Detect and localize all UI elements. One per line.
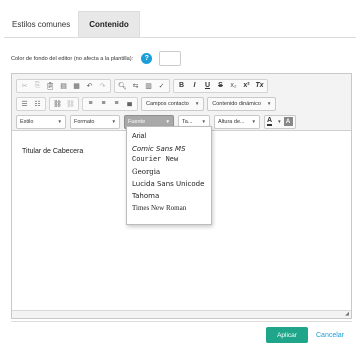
style-select[interactable]: Estilo ▼ — [16, 114, 66, 129]
size-select-value: Ta... — [182, 118, 193, 125]
font-option-comic-sans-ms[interactable]: Comic Sans MS — [127, 143, 211, 155]
redo-icon[interactable]: ↷ — [96, 80, 109, 92]
chevron-down-icon: ▼ — [251, 119, 256, 124]
align-justify-icon[interactable]: ≣ — [123, 98, 136, 110]
align-center-icon[interactable]: ≡ — [97, 98, 110, 110]
text-color-icon: A — [267, 117, 273, 126]
align-group: ≡ ≡ ≡ ≣ — [82, 96, 138, 111]
tab-bar: Estilos comunes Contenido — [4, 11, 356, 38]
align-right-icon[interactable]: ≡ — [110, 98, 123, 110]
editor-toolbar: ✂ ⎘ 📋︎ ▤ ▦ ↶ ↷ 🔍︎ ⇆ ▥ ✓ B I U S x₂ x² Tx… — [12, 74, 351, 131]
format-select[interactable]: Formato ▼ — [70, 114, 120, 129]
tab-contenido[interactable]: Contenido — [78, 11, 140, 37]
background-color-input[interactable] — [159, 51, 182, 66]
editing-group: 🔍︎ ⇆ ▥ ✓ — [114, 78, 170, 93]
find-icon[interactable]: 🔍︎ — [116, 80, 129, 92]
contenido-dinamico-button[interactable]: Contenido dinámico ▼ — [207, 96, 277, 111]
help-icon[interactable]: ? — [141, 53, 153, 64]
spellcheck-icon[interactable]: ✓ — [155, 80, 168, 92]
format-select-value: Formato — [74, 118, 95, 125]
style-select-value: Estilo — [20, 118, 34, 125]
chevron-down-icon: ▼ — [165, 119, 170, 124]
subscript-button[interactable]: x₂ — [227, 80, 240, 92]
underline-button[interactable]: U — [201, 80, 214, 92]
paste-word-icon[interactable]: ▦ — [70, 80, 83, 92]
font-option-lucida-sans-unicode[interactable]: Lucida Sans Unicode — [127, 178, 211, 190]
apply-button[interactable]: Aplicar — [266, 327, 308, 343]
font-option-tahoma[interactable]: Tahoma — [127, 190, 211, 202]
resize-handle-icon[interactable]: ◢ — [345, 311, 349, 317]
bulleted-list-icon[interactable]: ☷ — [31, 98, 44, 110]
chevron-down-icon: ▼ — [194, 101, 200, 106]
italic-button[interactable]: I — [188, 80, 201, 92]
align-left-icon[interactable]: ≡ — [84, 98, 97, 110]
footer-divider — [11, 321, 352, 322]
chevron-down-icon: ▼ — [266, 101, 272, 106]
numbered-list-icon[interactable]: ☰ — [18, 98, 31, 110]
font-option-courier-new[interactable]: Courier New — [127, 155, 211, 167]
bold-button[interactable]: B — [175, 80, 188, 92]
link-group: ⛓ ⛓ — [49, 96, 79, 111]
text-color-button[interactable]: A ▼ A — [264, 114, 296, 129]
background-color-setting: Color de fondo del editor (no afecta a l… — [11, 51, 182, 66]
line-height-select-value: Altura de... — [218, 118, 245, 125]
superscript-button[interactable]: x² — [240, 80, 253, 92]
remove-format-button[interactable]: Tx — [253, 80, 266, 92]
font-select-value: Fuente — [128, 118, 146, 125]
tab-estilos-comunes[interactable]: Estilos comunes — [4, 11, 78, 37]
toolbar-row-2: ☰ ☷ ⛓ ⛓ ≡ ≡ ≡ ≣ Campos contacto ▼ Conten… — [16, 95, 347, 112]
clipboard-group: ✂ ⎘ 📋︎ ▤ ▦ ↶ ↷ — [16, 78, 111, 93]
contenido-dinamico-label: Contenido dinámico — [212, 100, 261, 107]
copy-icon[interactable]: ⎘ — [31, 80, 44, 92]
editor-status-bar: ◢ — [12, 310, 351, 318]
background-color-label: Color de fondo del editor (no afecta a l… — [11, 55, 134, 62]
line-height-select[interactable]: Altura de... ▼ — [214, 114, 260, 129]
select-all-icon[interactable]: ▥ — [142, 80, 155, 92]
unlink-icon[interactable]: ⛓ — [64, 98, 77, 110]
font-dropdown-panel: Arial Comic Sans MS Courier New Georgia … — [126, 126, 212, 225]
font-option-arial[interactable]: Arial — [127, 131, 211, 143]
cancel-button[interactable]: Cancelar — [316, 327, 344, 343]
strikethrough-button[interactable]: S — [214, 80, 227, 92]
campos-contacto-button[interactable]: Campos contacto ▼ — [141, 96, 205, 111]
chevron-down-icon: ▼ — [111, 119, 116, 124]
toolbar-row-1: ✂ ⎘ 📋︎ ▤ ▦ ↶ ↷ 🔍︎ ⇆ ▥ ✓ B I U S x₂ x² Tx — [16, 77, 347, 94]
undo-icon[interactable]: ↶ — [83, 80, 96, 92]
basic-styles-group: B I U S x₂ x² Tx — [173, 78, 268, 93]
font-option-georgia[interactable]: Georgia — [127, 166, 211, 178]
font-option-times-new-roman[interactable]: Times New Roman — [127, 202, 211, 214]
chevron-down-icon: ▼ — [201, 119, 206, 124]
replace-icon[interactable]: ⇆ — [129, 80, 142, 92]
cut-icon[interactable]: ✂ — [18, 80, 31, 92]
campos-contacto-label: Campos contacto — [146, 100, 189, 107]
paste-icon[interactable]: 📋︎ — [44, 80, 57, 92]
chevron-down-icon: ▼ — [277, 119, 282, 124]
link-icon[interactable]: ⛓ — [51, 98, 64, 110]
paste-text-icon[interactable]: ▤ — [57, 80, 70, 92]
list-group: ☰ ☷ — [16, 96, 46, 111]
background-color-icon[interactable]: A — [283, 117, 293, 126]
chevron-down-icon: ▼ — [57, 119, 62, 124]
